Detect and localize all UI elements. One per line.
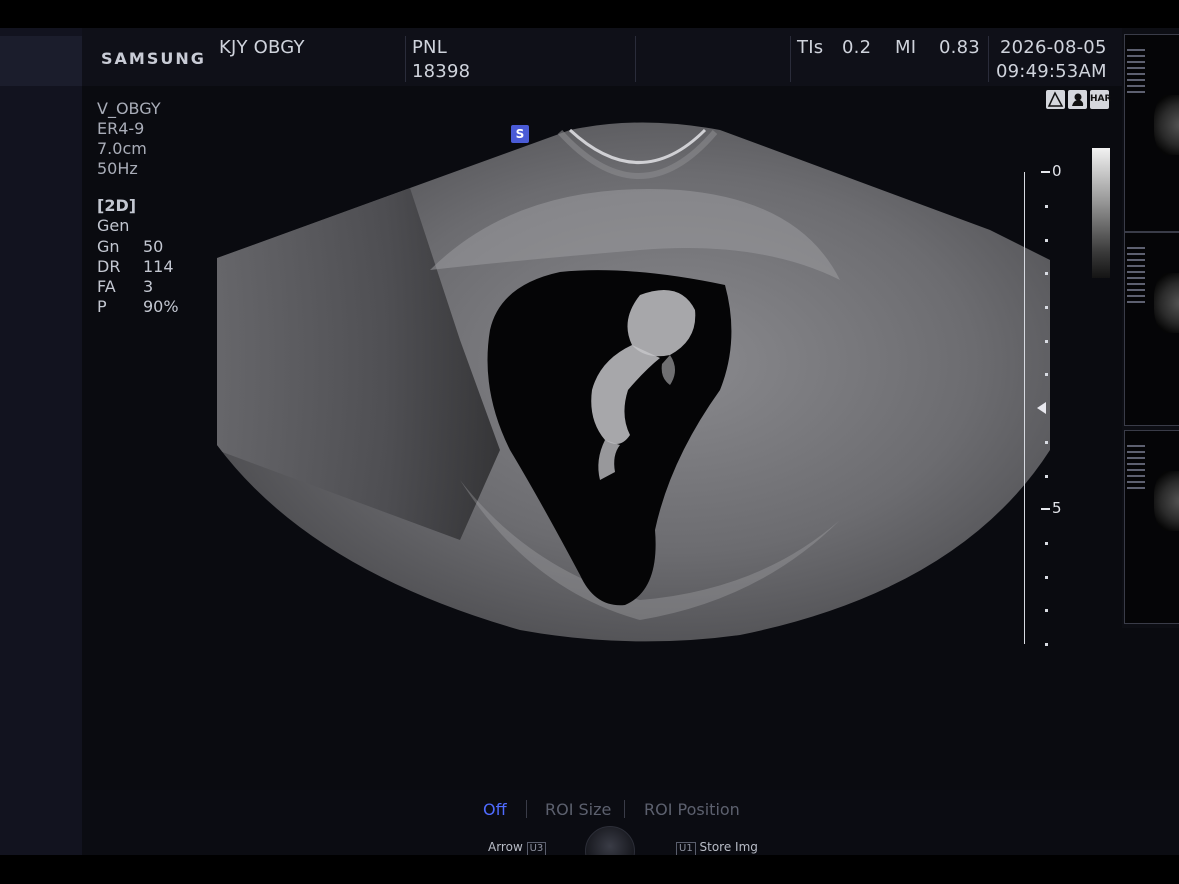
depth-tick	[1045, 205, 1048, 208]
mi-label: MI	[895, 37, 917, 58]
param-p-label: P	[97, 297, 107, 316]
arrow-control[interactable]: Arrow U3	[488, 840, 547, 856]
depth-tick	[1045, 239, 1048, 242]
mi-value: 0.83	[939, 37, 980, 58]
depth-major-tick	[1041, 171, 1050, 173]
transducer-name: ER4-9	[97, 119, 145, 138]
fetus-icon[interactable]	[1068, 90, 1087, 109]
tis-value: 0.2	[842, 37, 872, 58]
arrow-key-badge: U3	[526, 842, 547, 856]
header-divider	[988, 36, 989, 82]
har-icon[interactable]: HAR	[1090, 90, 1111, 109]
param-gn-value: 50	[143, 237, 164, 256]
preset-name: V_OBGY	[97, 99, 161, 118]
depth-tick	[1045, 373, 1048, 376]
exam-date: 2026-08-05	[1000, 37, 1107, 58]
depth-label-5: 5	[1052, 499, 1062, 517]
thumbnail-image[interactable]	[1124, 430, 1179, 624]
patient-label: PNL	[412, 37, 447, 58]
top-frame-bar	[0, 0, 1179, 28]
store-label: Store Img	[699, 840, 758, 854]
mode-title: [2D]	[97, 196, 137, 215]
patient-id: 18398	[412, 61, 471, 82]
bottom-frame-bar	[0, 855, 1179, 884]
exam-time: 09:49:53AM	[996, 61, 1107, 82]
header-divider	[635, 36, 636, 82]
depth-tick	[1045, 609, 1048, 612]
header-divider	[405, 36, 406, 82]
depth-tick	[1045, 576, 1048, 579]
depth-tick	[1045, 475, 1048, 478]
control-divider	[526, 800, 527, 818]
depth-tick	[1045, 643, 1048, 646]
param-dr-label: DR	[97, 257, 121, 276]
depth-tick	[1045, 340, 1048, 343]
left-panel-tab[interactable]	[0, 36, 82, 86]
image-orientation-marker: S	[511, 125, 529, 143]
depth-tick	[1045, 272, 1048, 275]
depth-scale-line	[1024, 172, 1025, 644]
ultrasound-image[interactable]	[200, 120, 1060, 660]
param-fa-label: FA	[97, 277, 116, 296]
roi-position-option[interactable]: ROI Position	[644, 800, 740, 819]
body-marker-icon[interactable]	[1046, 90, 1065, 109]
store-key-badge: U1	[676, 842, 696, 856]
depth-major-tick	[1041, 508, 1050, 510]
header-divider	[790, 36, 791, 82]
control-divider	[624, 800, 625, 818]
institution-name: KJY OBGY	[219, 37, 305, 58]
thumbnail-image[interactable]	[1124, 232, 1179, 426]
param-p-value: 90%	[143, 297, 179, 316]
grayscale-bar	[1092, 148, 1110, 278]
focus-marker-icon[interactable]	[1037, 402, 1046, 414]
depth-value: 7.0cm	[97, 139, 147, 158]
depth-label-0: 0	[1052, 162, 1062, 180]
param-gn-label: Gn	[97, 237, 120, 256]
tis-label: TIs	[797, 37, 824, 58]
depth-tick	[1045, 542, 1048, 545]
depth-tick	[1045, 306, 1048, 309]
brand-logo: SAMSUNG	[101, 49, 206, 68]
depth-tick	[1045, 441, 1048, 444]
thumbnail-image[interactable]	[1124, 34, 1179, 232]
off-option[interactable]: Off	[483, 800, 507, 819]
mode-type: Gen	[97, 216, 130, 235]
store-image-control[interactable]: U1 Store Img	[676, 840, 758, 856]
frame-rate: 50Hz	[97, 159, 138, 178]
left-side-panel	[0, 28, 82, 855]
arrow-label: Arrow	[488, 840, 523, 854]
param-dr-value: 114	[143, 257, 174, 276]
param-fa-value: 3	[143, 277, 154, 296]
roi-size-option[interactable]: ROI Size	[545, 800, 611, 819]
